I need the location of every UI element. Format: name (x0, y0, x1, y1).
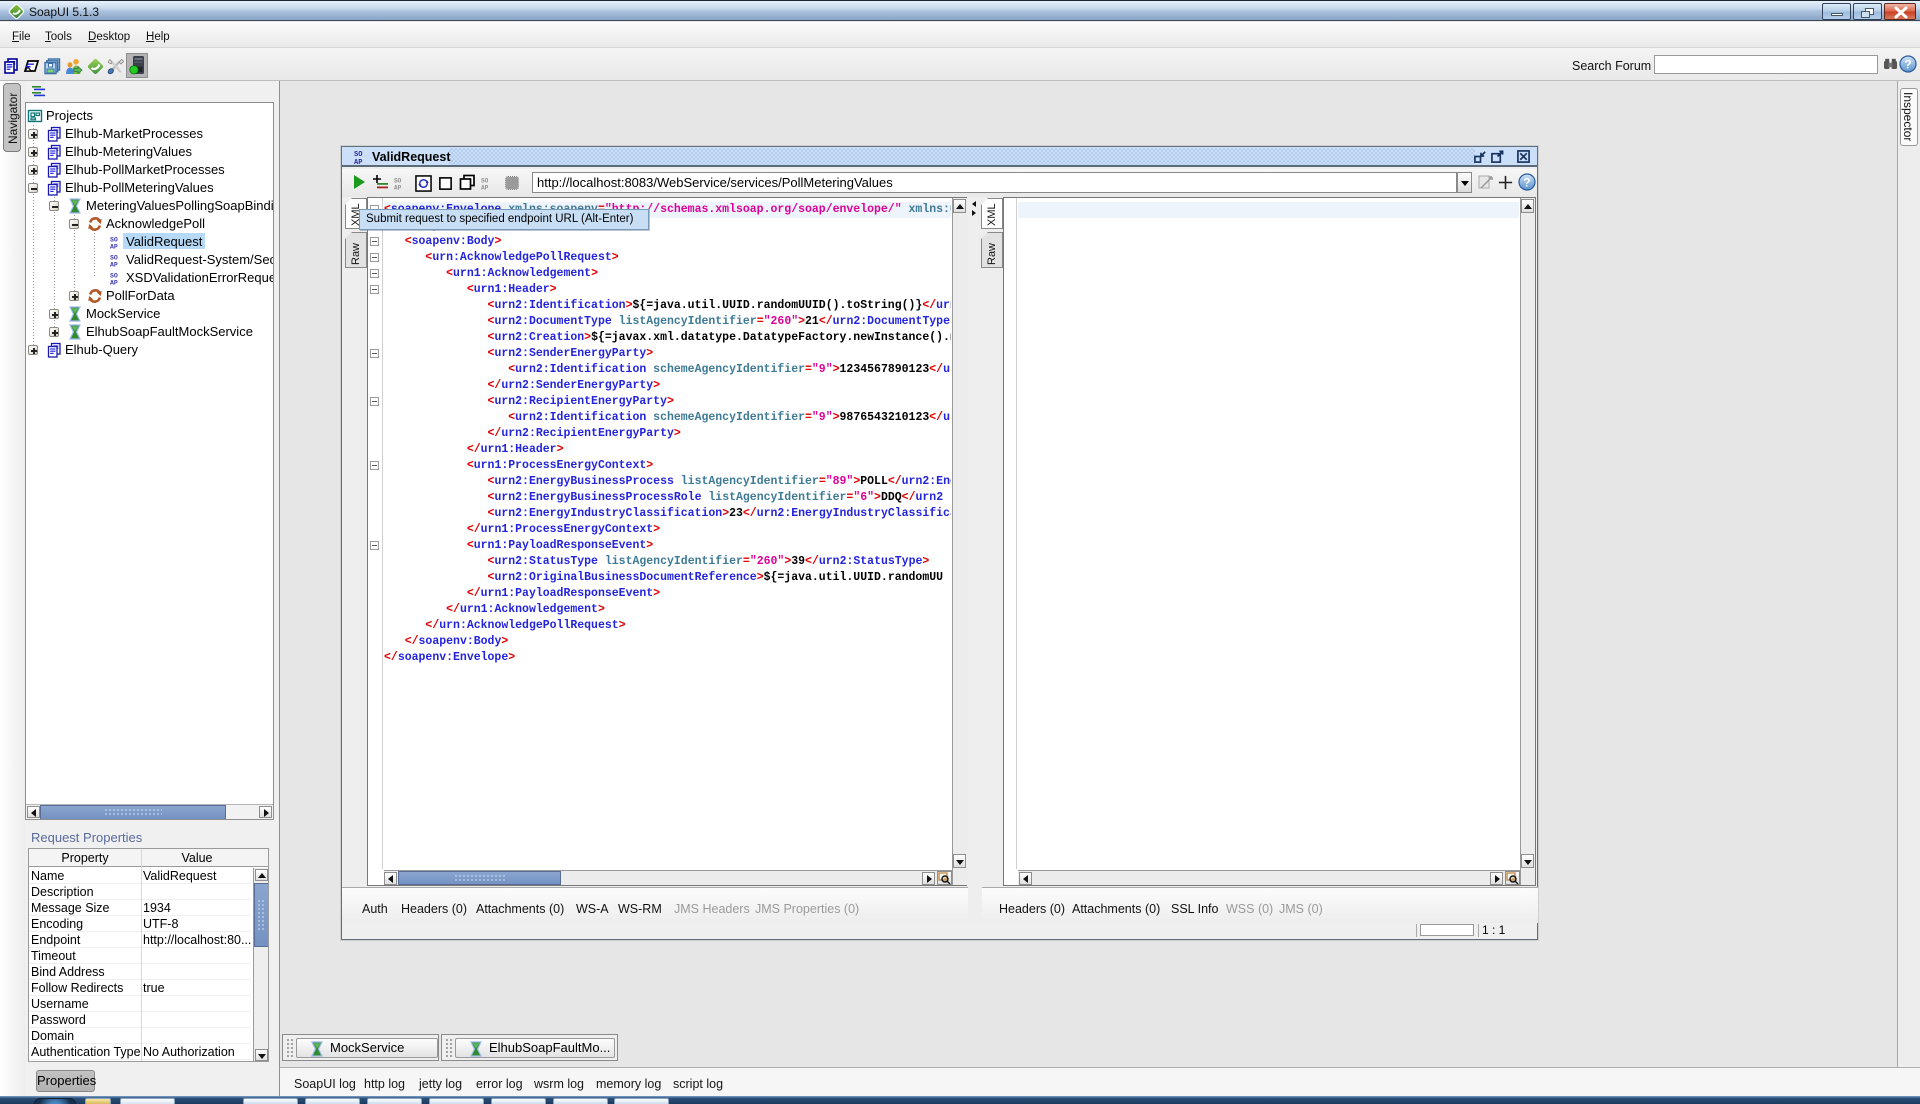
svg-text:SO: SO (394, 178, 402, 185)
svg-text:?: ? (1904, 58, 1911, 72)
svg-text:SO: SO (110, 237, 118, 244)
svg-text:AP: AP (110, 280, 118, 287)
svg-text:SO: SO (110, 273, 118, 280)
svg-text:AP: AP (354, 159, 362, 165)
svg-text:AP: AP (394, 185, 402, 191)
svg-text:AP: AP (481, 185, 489, 191)
svg-text:SO: SO (354, 151, 362, 159)
svg-text:?: ? (1523, 176, 1530, 190)
svg-text:AP: AP (110, 244, 118, 251)
svg-text:SO: SO (110, 255, 118, 262)
svg-text:AP: AP (110, 262, 118, 269)
svg-text:SO: SO (481, 178, 489, 185)
